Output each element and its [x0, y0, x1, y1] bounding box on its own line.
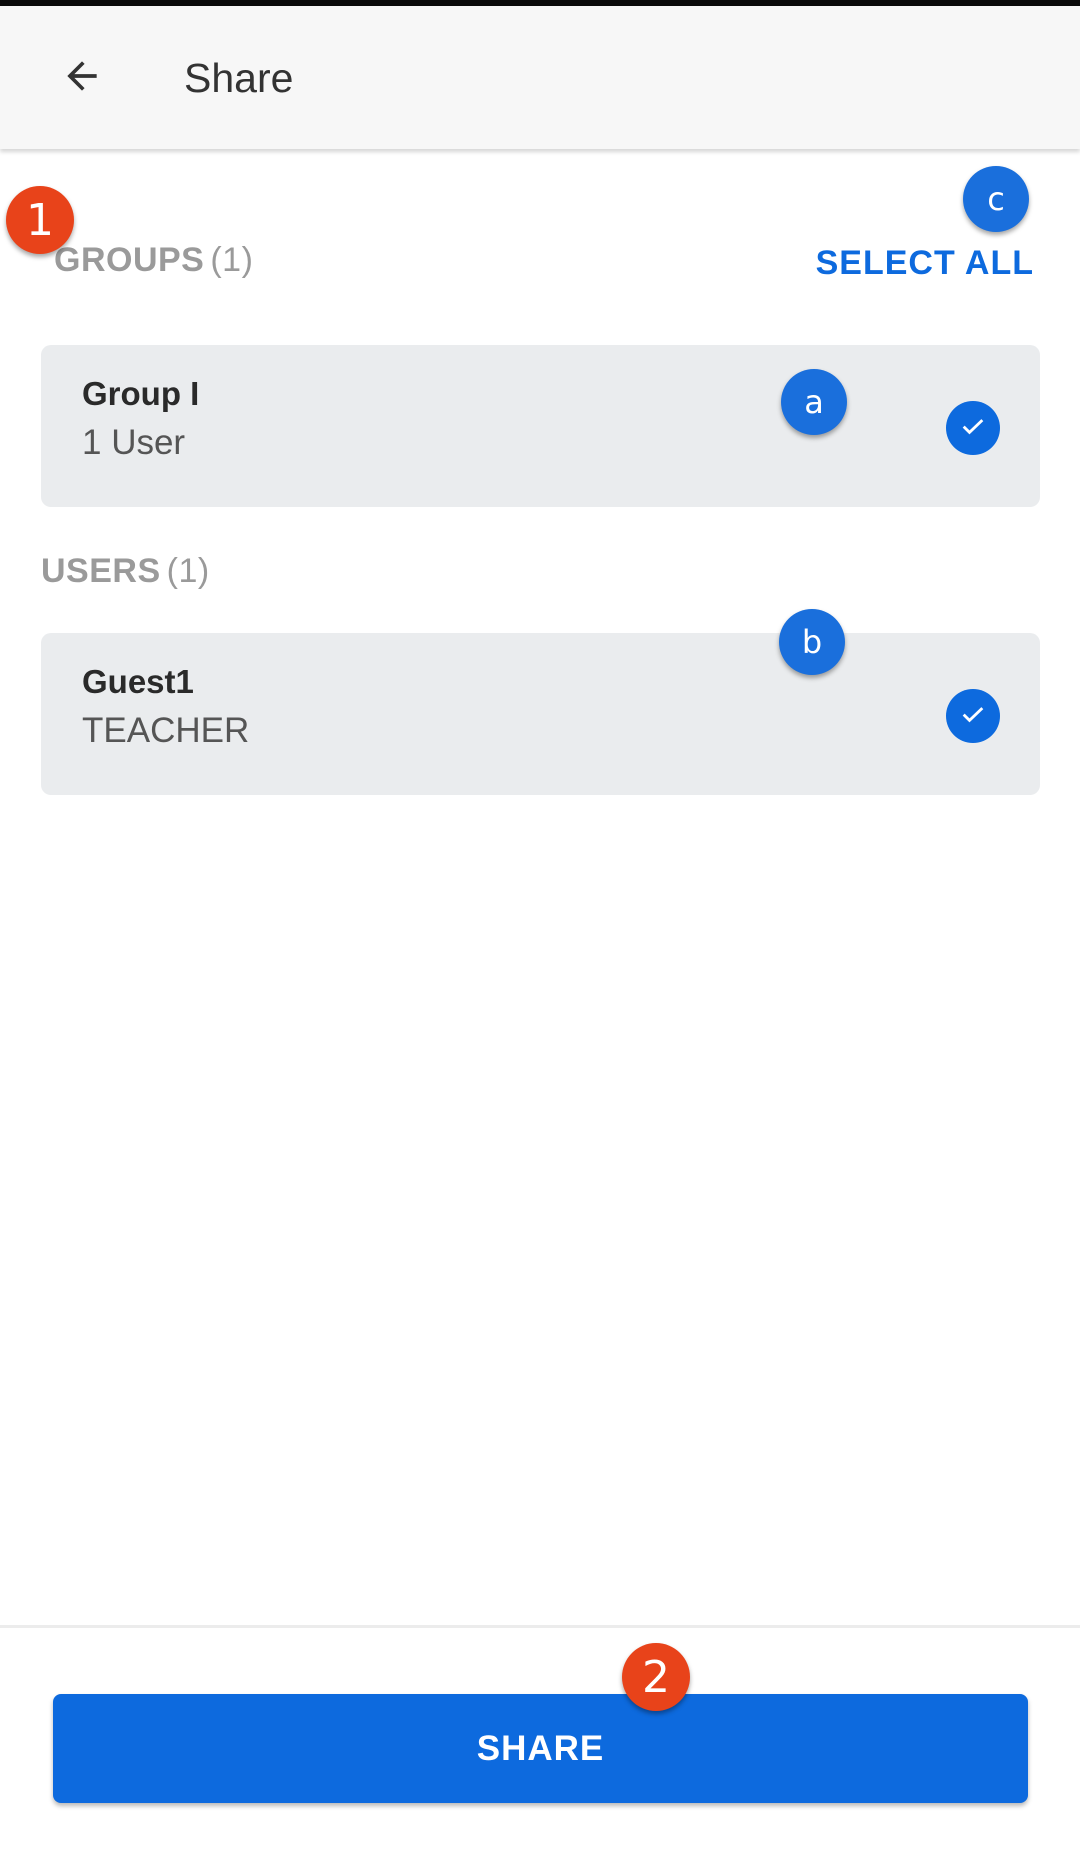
- user-card[interactable]: Guest1 TEACHER: [41, 633, 1040, 795]
- group-user-count: 1 User: [82, 423, 186, 462]
- annotation-marker-b: b: [779, 609, 845, 675]
- groups-section-header: GROUPS (1): [54, 241, 253, 280]
- users-section-header: USERS (1): [41, 552, 210, 591]
- arrow-left-icon: [60, 54, 104, 103]
- annotation-marker-c: c: [963, 166, 1029, 232]
- group-checkbox[interactable]: [946, 401, 1000, 455]
- groups-label: GROUPS: [54, 241, 205, 279]
- annotation-marker-1: 1: [6, 186, 74, 254]
- share-button[interactable]: SHARE: [53, 1694, 1028, 1803]
- group-card[interactable]: Group I 1 User: [41, 345, 1040, 507]
- users-label: USERS: [41, 552, 161, 590]
- check-icon: [959, 700, 987, 733]
- group-name: Group I: [82, 375, 200, 412]
- annotation-marker-a: a: [781, 369, 847, 435]
- back-button[interactable]: [56, 52, 108, 104]
- user-name: Guest1: [82, 663, 194, 700]
- app-bar: Share: [0, 6, 1080, 149]
- page-title: Share: [184, 55, 294, 101]
- check-icon: [959, 412, 987, 445]
- user-checkbox[interactable]: [946, 689, 1000, 743]
- groups-count: (1): [210, 241, 254, 279]
- annotation-marker-2: 2: [622, 1643, 690, 1711]
- select-all-button[interactable]: SELECT ALL: [816, 244, 1034, 283]
- user-role: TEACHER: [82, 711, 250, 750]
- users-count: (1): [166, 552, 210, 590]
